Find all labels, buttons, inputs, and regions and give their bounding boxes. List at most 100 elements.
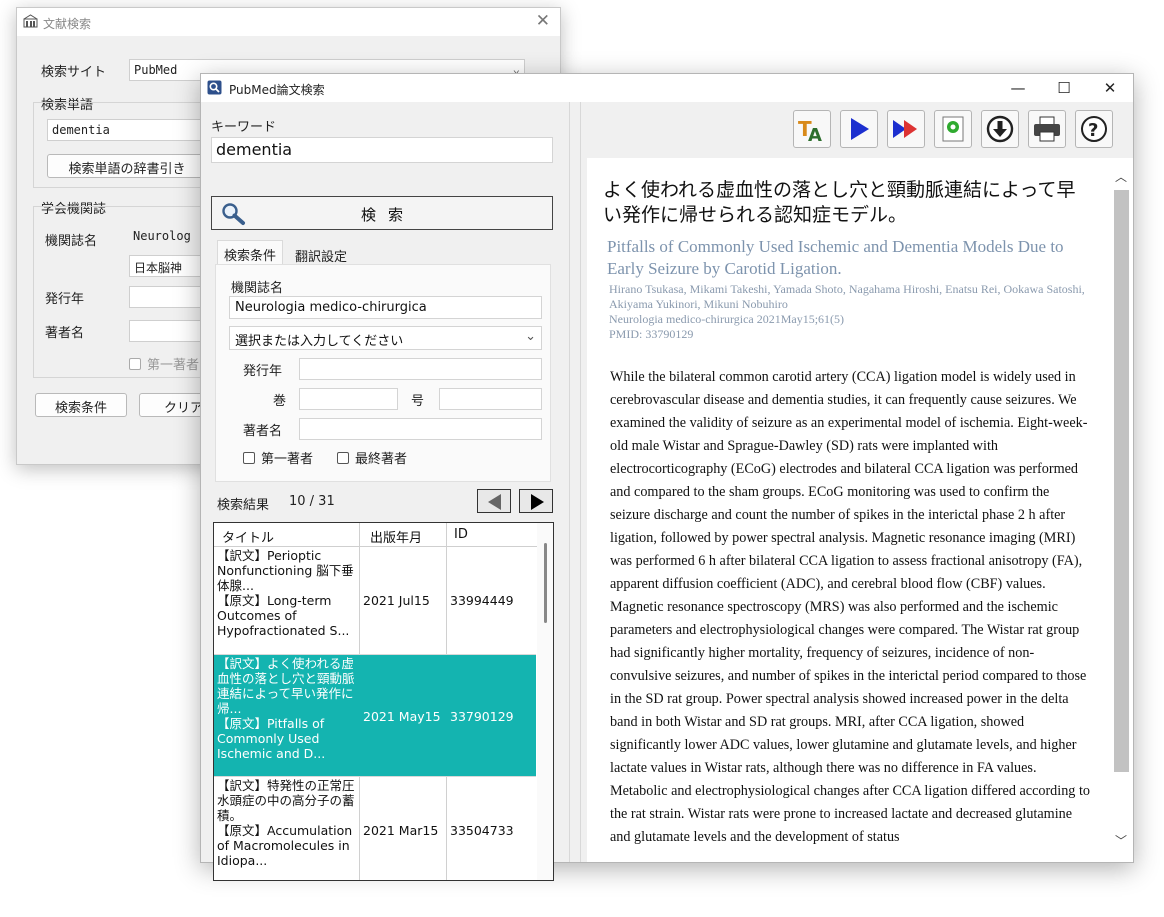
- article-abstract: While the bilateral common carotid arter…: [610, 369, 1090, 845]
- keyword-label: キーワード: [211, 120, 277, 135]
- scroll-down-icon[interactable]: ﹀: [1115, 832, 1127, 849]
- column-title-header[interactable]: タイトル: [222, 527, 274, 546]
- tab-translation-settings[interactable]: 翻訳設定: [289, 242, 353, 266]
- journal-name-field[interactable]: Neurolog: [129, 226, 203, 248]
- year-input[interactable]: [299, 358, 542, 380]
- author-label: 著者名: [45, 326, 85, 341]
- play-button[interactable]: [840, 110, 878, 148]
- triangle-right-icon: [531, 494, 544, 510]
- print-icon: [1034, 116, 1060, 142]
- volume-input[interactable]: [299, 388, 398, 410]
- journal-select-placeholder: 選択または入力してください: [235, 334, 404, 349]
- search-site-value: PubMed: [134, 63, 178, 77]
- article-scrollbar[interactable]: ︿ ﹀: [1111, 158, 1133, 862]
- search-button-label: 検索: [360, 206, 415, 224]
- close-button[interactable]: ✕: [1087, 74, 1133, 102]
- row-date: 2021 Jul15: [363, 593, 430, 608]
- tab-search-conditions[interactable]: 検索条件: [217, 240, 284, 264]
- magnifier-app-icon: [207, 80, 222, 98]
- keyword-input[interactable]: dementia: [211, 137, 553, 163]
- back-titlebar: 文献検索 ✕: [17, 8, 560, 36]
- checkbox-box: [337, 452, 349, 464]
- author-input[interactable]: [299, 418, 542, 440]
- year-field[interactable]: [129, 286, 203, 308]
- journal-name-input[interactable]: Neurologia medico-chirurgica: [229, 296, 542, 319]
- article-citation: Neurologia medico-chirurgica 2021May15;6…: [609, 312, 845, 326]
- article-english-title[interactable]: Pitfalls of Commonly Used Ischemic and D…: [607, 236, 1097, 280]
- journal-select[interactable]: 日本脳神: [129, 255, 203, 277]
- article-japanese-title: よく使われる虚血性の落とし穴と頸動脈連結によって早い発作に帰せられる認知症モデル…: [603, 179, 1076, 226]
- maximize-button[interactable]: ☐: [1041, 74, 1087, 102]
- year-label: 発行年: [45, 292, 85, 307]
- scroll-up-icon[interactable]: ︿: [1115, 168, 1127, 185]
- journal-select[interactable]: 選択または入力してください ⌄: [229, 326, 542, 350]
- front-window-title: PubMed論文検索: [229, 83, 325, 97]
- column-id-header[interactable]: ID: [454, 527, 468, 542]
- search-conditions-button[interactable]: 検索条件: [35, 393, 127, 417]
- row-id: 33504733: [450, 823, 514, 838]
- results-table: タイトル 出版年月 ID 【訳文】Perioptic Nonfunctionin…: [213, 522, 554, 881]
- next-page-button[interactable]: [519, 489, 553, 513]
- article-view: よく使われる虚血性の落とし穴と頸動脈連結によって早い発作に帰せられる認知症モデル…: [587, 158, 1111, 862]
- fast-forward-button[interactable]: [887, 110, 925, 148]
- table-row[interactable]: 【訳文】特発性の正常圧水頭症の中の高分子の蓄積。 【原文】Accumulatio…: [214, 777, 536, 880]
- clear-button[interactable]: クリア: [139, 393, 209, 417]
- print-button[interactable]: [1028, 110, 1066, 148]
- chevron-down-icon: ⌄: [525, 329, 536, 344]
- table-header: タイトル 出版年月 ID: [214, 523, 538, 547]
- pane-splitter[interactable]: [569, 102, 581, 862]
- author-label: 著者名: [243, 424, 283, 439]
- article-meta: Hirano Tsukasa, Mikami Takeshi, Yamada S…: [609, 282, 1099, 342]
- article-pane: TA ? よく使われる虚血性の落とし穴と頸動脈連結によって早い発作に帰せられる認…: [581, 102, 1133, 862]
- row-title: 【訳文】特発性の正常圧水頭症の中の高分子の蓄積。 【原文】Accumulatio…: [217, 778, 355, 868]
- first-author-checkbox-label: 第一著者: [147, 358, 200, 373]
- row-title: 【訳文】Perioptic Nonfunctioning 脳下垂体腺... 【原…: [217, 548, 354, 638]
- pubmed-search-window: PubMed論文検索 — ☐ ✕ キーワード dementia 検索 検索条件 …: [200, 73, 1134, 881]
- back-close-button[interactable]: ✕: [536, 11, 550, 31]
- row-id: 33994449: [450, 593, 514, 608]
- results-scrollbar[interactable]: [537, 523, 553, 880]
- download-icon: [986, 115, 1014, 143]
- app-building-icon: [23, 14, 38, 31]
- dictionary-button[interactable]: 検索単語の辞書引き: [47, 154, 207, 178]
- table-row[interactable]: 【訳文】よく使われる虚血性の落とし穴と頸動脈連結によって早い発作に帰... 【原…: [214, 655, 536, 777]
- first-author-checkbox[interactable]: 第一著者: [129, 354, 199, 373]
- row-title: 【訳文】よく使われる虚血性の落とし穴と頸動脈連結によって早い発作に帰... 【原…: [217, 656, 355, 761]
- svg-text:A: A: [808, 125, 822, 144]
- journal-name-label: 機関誌名: [231, 281, 284, 296]
- search-button[interactable]: 検索: [211, 196, 553, 230]
- help-button[interactable]: ?: [1075, 110, 1113, 148]
- first-author-label: 第一著者: [261, 452, 314, 467]
- search-term-field[interactable]: dementia: [47, 119, 207, 141]
- issue-input[interactable]: [439, 388, 542, 410]
- previous-page-button[interactable]: [477, 489, 511, 513]
- back-window-title: 文献検索: [43, 17, 92, 31]
- volume-label: 巻: [273, 394, 287, 409]
- table-row[interactable]: 【訳文】Perioptic Nonfunctioning 脳下垂体腺... 【原…: [214, 547, 536, 655]
- last-author-label: 最終著者: [355, 452, 408, 467]
- article-pmid: PMID: 33790129: [609, 327, 694, 341]
- scrollbar-thumb[interactable]: [1114, 190, 1129, 772]
- row-date: 2021 May15: [363, 709, 441, 724]
- author-field[interactable]: [129, 320, 203, 342]
- triangle-left-icon: [488, 494, 501, 510]
- front-titlebar: PubMed論文検索 — ☐ ✕: [201, 74, 1133, 102]
- play-icon: [851, 118, 869, 140]
- search-pane: キーワード dementia 検索 検索条件 翻訳設定 機関誌名 Neurolo…: [201, 102, 569, 881]
- last-author-checkbox[interactable]: 最終著者: [337, 448, 407, 467]
- column-date-header[interactable]: 出版年月: [370, 527, 422, 546]
- scrollbar-thumb[interactable]: [544, 543, 547, 623]
- search-site-label: 検索サイト: [41, 65, 107, 80]
- settings-button[interactable]: [934, 110, 972, 148]
- svg-text:?: ?: [1088, 120, 1098, 141]
- first-author-checkbox[interactable]: 第一著者: [243, 448, 313, 467]
- row-date: 2021 Mar15: [363, 823, 439, 838]
- fast-forward-icon: [893, 120, 917, 138]
- minimize-button[interactable]: —: [995, 74, 1041, 102]
- download-button[interactable]: [981, 110, 1019, 148]
- translate-button[interactable]: TA: [793, 110, 831, 148]
- year-label: 発行年: [243, 364, 283, 379]
- results-count: 10 / 31: [289, 494, 335, 509]
- journal-name-label: 機関誌名: [45, 234, 98, 249]
- checkbox-box: [243, 452, 255, 464]
